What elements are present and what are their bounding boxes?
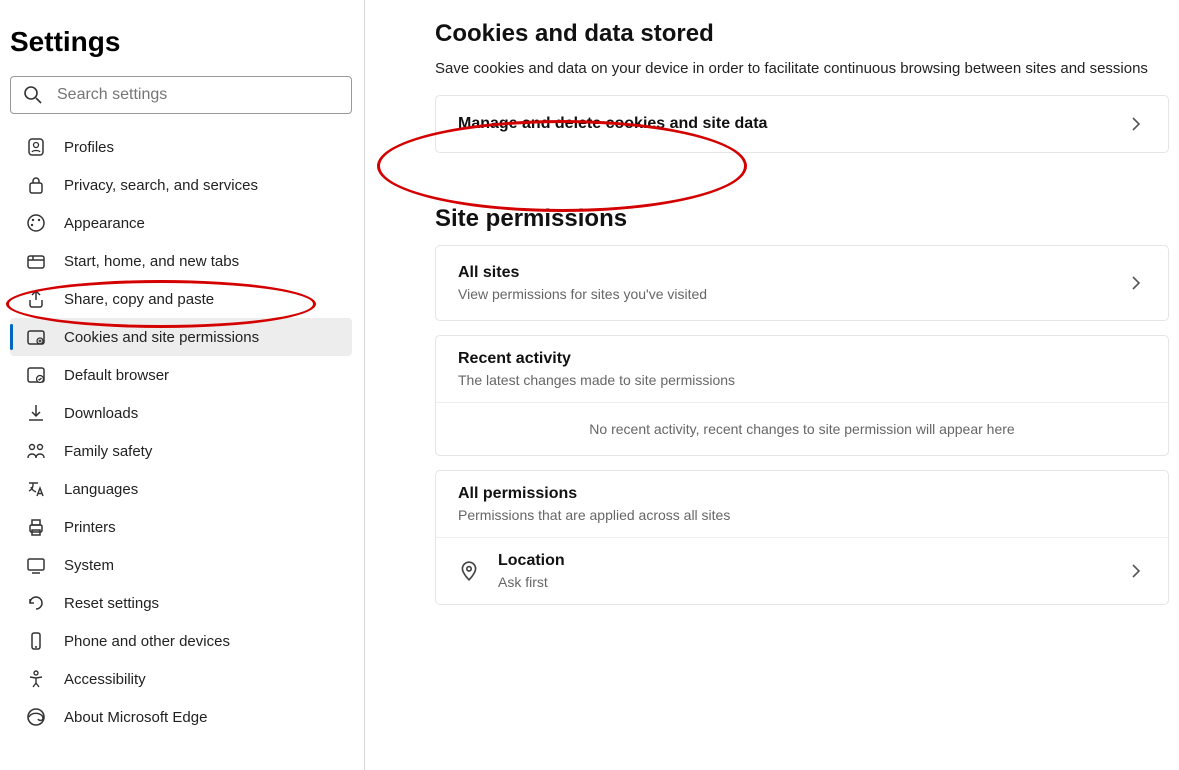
recent-activity-empty: No recent activity, recent changes to si… [436,402,1168,455]
lock-icon [26,175,46,195]
sidebar-item-label: Accessibility [64,671,146,688]
sidebar-item-start[interactable]: Start, home, and new tabs [10,242,352,280]
all-permissions-title: All permissions [458,485,1146,503]
location-icon [458,560,480,582]
manage-cookies-card: Manage and delete cookies and site data [435,95,1169,153]
sidebar-item-printers[interactable]: Printers [10,508,352,546]
sidebar-item-default[interactable]: Default browser [10,356,352,394]
sidebar-item-label: Default browser [64,367,169,384]
chevron-right-icon [1126,273,1146,293]
accessibility-icon [26,669,46,689]
sidebar-item-label: Printers [64,519,116,536]
sidebar-item-languages[interactable]: Languages [10,470,352,508]
sidebar-item-label: Reset settings [64,595,159,612]
lang-icon [26,479,46,499]
sidebar-item-reset[interactable]: Reset settings [10,584,352,622]
sidebar-item-label: System [64,557,114,574]
chevron-right-icon [1126,114,1146,134]
settings-main: Cookies and data stored Save cookies and… [365,0,1179,770]
system-icon [26,555,46,575]
sidebar-item-label: Profiles [64,139,114,156]
page-title: Settings [10,26,352,58]
cookies-section-desc: Save cookies and data on your device in … [435,60,1155,77]
sidebar-item-label: Downloads [64,405,138,422]
search-icon [23,85,43,105]
recent-activity-title: Recent activity [458,350,1146,368]
sidebar-item-downloads[interactable]: Downloads [10,394,352,432]
sidebar-item-label: Share, copy and paste [64,291,214,308]
sidebar-item-share[interactable]: Share, copy and paste [10,280,352,318]
all-sites-row[interactable]: All sites View permissions for sites you… [436,246,1168,320]
site-permissions-title: Site permissions [435,205,1169,233]
chevron-right-icon [1126,561,1146,581]
sidebar-item-label: Phone and other devices [64,633,230,650]
sidebar-item-label: Privacy, search, and services [64,177,258,194]
sidebar-item-profiles[interactable]: Profiles [10,128,352,166]
sidebar-item-label: Family safety [64,443,152,460]
all-sites-sub: View permissions for sites you've visite… [458,286,1126,302]
all-sites-card: All sites View permissions for sites you… [435,245,1169,321]
permission-location-sub: Ask first [498,574,1126,590]
sidebar-item-appearance[interactable]: Appearance [10,204,352,242]
printer-icon [26,517,46,537]
sidebar-item-privacy[interactable]: Privacy, search, and services [10,166,352,204]
family-icon [26,441,46,461]
browser-icon [26,365,46,385]
permission-location-title: Location [498,552,1126,570]
sidebar-item-label: Appearance [64,215,145,232]
recent-activity-header: Recent activity The latest changes made … [436,336,1168,402]
palette-icon [26,213,46,233]
recent-activity-card: Recent activity The latest changes made … [435,335,1169,456]
sidebar-item-about[interactable]: About Microsoft Edge [10,698,352,736]
sidebar-item-label: About Microsoft Edge [64,709,207,726]
download-icon [26,403,46,423]
reset-icon [26,593,46,613]
all-sites-title: All sites [458,264,1126,282]
sidebar-item-label: Languages [64,481,138,498]
sidebar-item-family[interactable]: Family safety [10,432,352,470]
search-settings-box[interactable] [10,76,352,114]
manage-cookies-label: Manage and delete cookies and site data [458,115,1126,133]
sidebar-item-cookies[interactable]: Cookies and site permissions [10,318,352,356]
search-input[interactable] [57,86,339,104]
nav-list: Profiles Privacy, search, and services App… [10,128,352,736]
sidebar-item-system[interactable]: System [10,546,352,584]
sidebar-item-label: Cookies and site permissions [64,329,259,346]
tabs-icon [26,251,46,271]
all-permissions-sub: Permissions that are applied across all … [458,507,1146,523]
settings-sidebar: Settings Profiles Privacy, search, and se… [0,0,365,770]
recent-activity-sub: The latest changes made to site permissi… [458,372,1146,388]
profile-icon [26,137,46,157]
edge-icon [26,707,46,727]
permission-location-row[interactable]: Location Ask first [436,537,1168,604]
cookie-icon [26,327,46,347]
manage-cookies-row[interactable]: Manage and delete cookies and site data [436,96,1168,152]
phone-icon [26,631,46,651]
share-icon [26,289,46,309]
sidebar-item-label: Start, home, and new tabs [64,253,239,270]
cookies-section-title: Cookies and data stored [435,20,1169,48]
all-permissions-header: All permissions Permissions that are app… [436,471,1168,537]
all-permissions-card: All permissions Permissions that are app… [435,470,1169,605]
sidebar-item-accessibility[interactable]: Accessibility [10,660,352,698]
sidebar-item-phone[interactable]: Phone and other devices [10,622,352,660]
